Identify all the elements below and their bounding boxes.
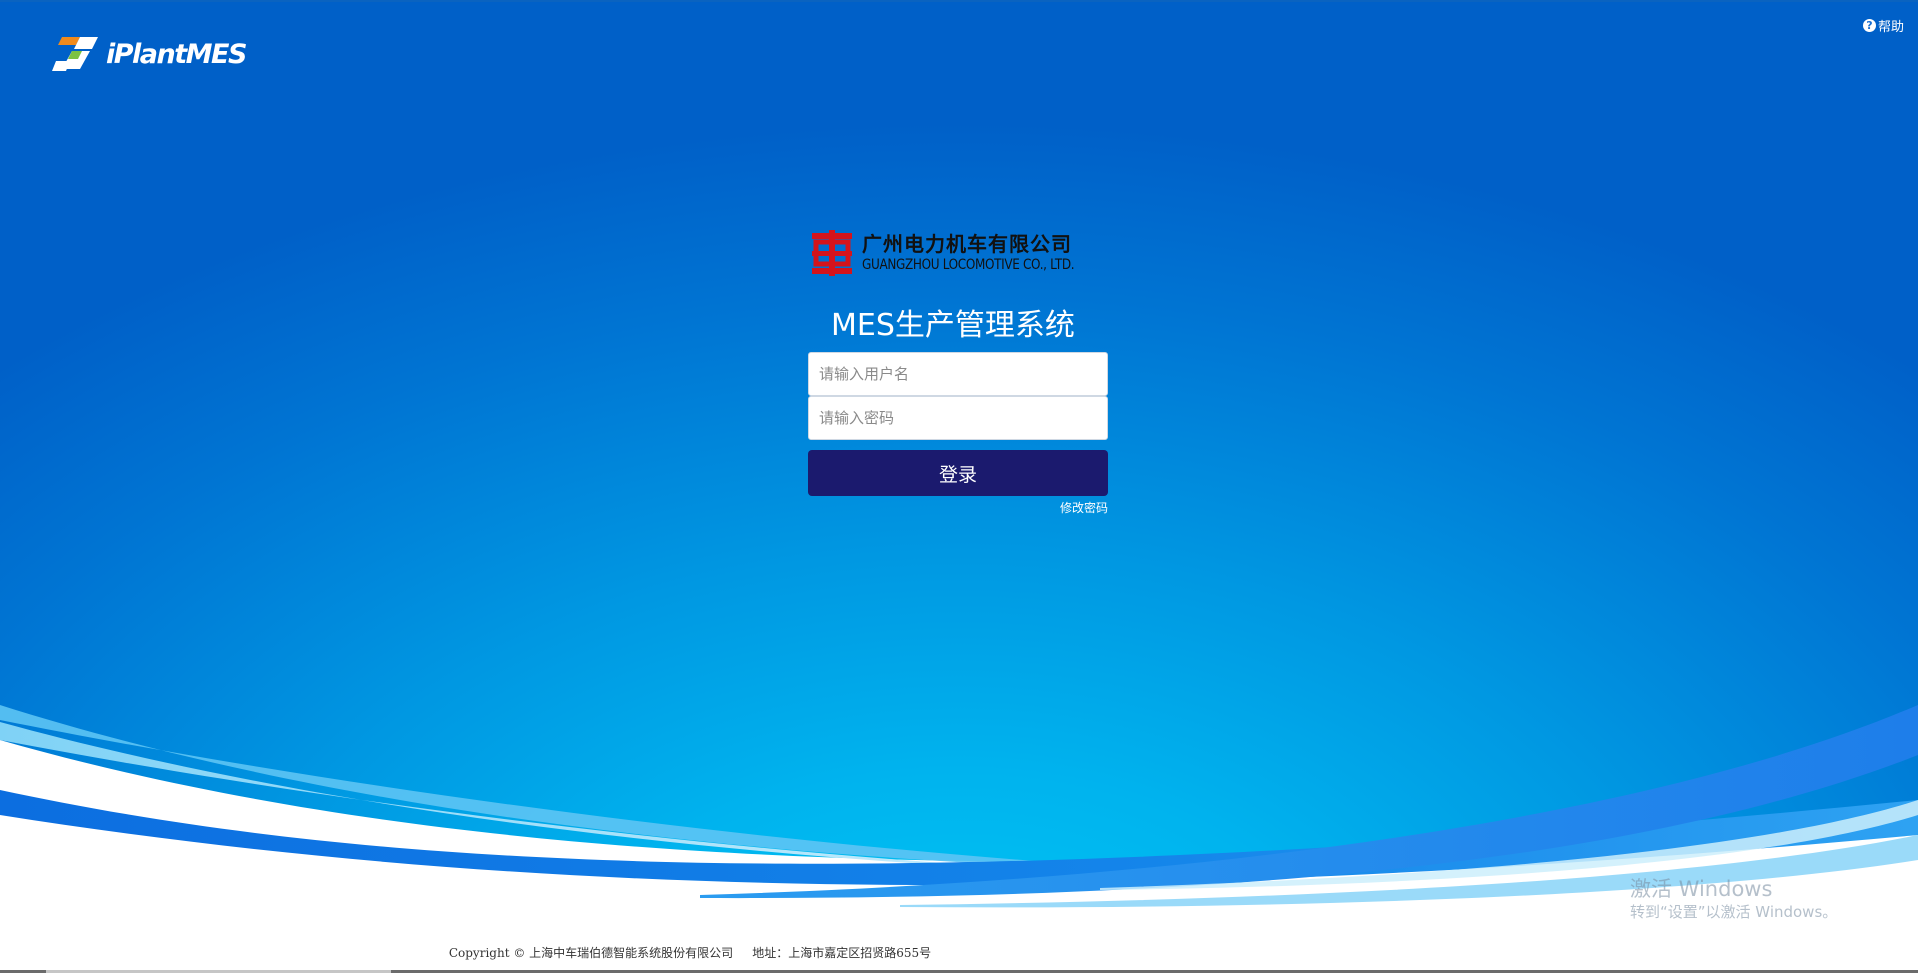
top-border [0,0,1918,2]
help-label: 帮助 [1877,20,1904,35]
locomotive-logo-icon [812,230,852,276]
windows-activation-watermark: 激活 Windows 转到“设置”以激活 Windows。 [1630,876,1837,922]
company-logo: 广州电力机车有限公司 GUANGZHOU LOCOMOTIVE CO., LTD… [812,230,1109,276]
help-link[interactable]: ? 帮助 [1862,16,1904,35]
password-input[interactable] [808,396,1108,440]
iplant-logo-icon [52,37,98,71]
change-password-link[interactable]: 修改密码 [1020,500,1108,516]
system-title: MES生产管理系统 [831,308,1075,343]
company-name-en: GUANGZHOU LOCOMOTIVE CO., LTD. [862,257,1075,273]
watermark-subtitle: 转到“设置”以激活 Windows。 [1630,903,1838,921]
username-input[interactable] [808,352,1108,396]
brand-logo: iPlantMES [52,34,247,74]
company-name-cn: 广州电力机车有限公司 [862,232,1072,256]
footer-copyright: Copyright © 上海中车瑞伯德智能系统股份有限公司 地址：上海市嘉定区招… [448,946,932,960]
question-circle-icon: ? [1862,19,1876,32]
watermark-title: 激活 Windows [1630,877,1773,901]
brand-name: iPlantMES [106,38,247,70]
login-button[interactable]: 登录 [808,450,1108,496]
